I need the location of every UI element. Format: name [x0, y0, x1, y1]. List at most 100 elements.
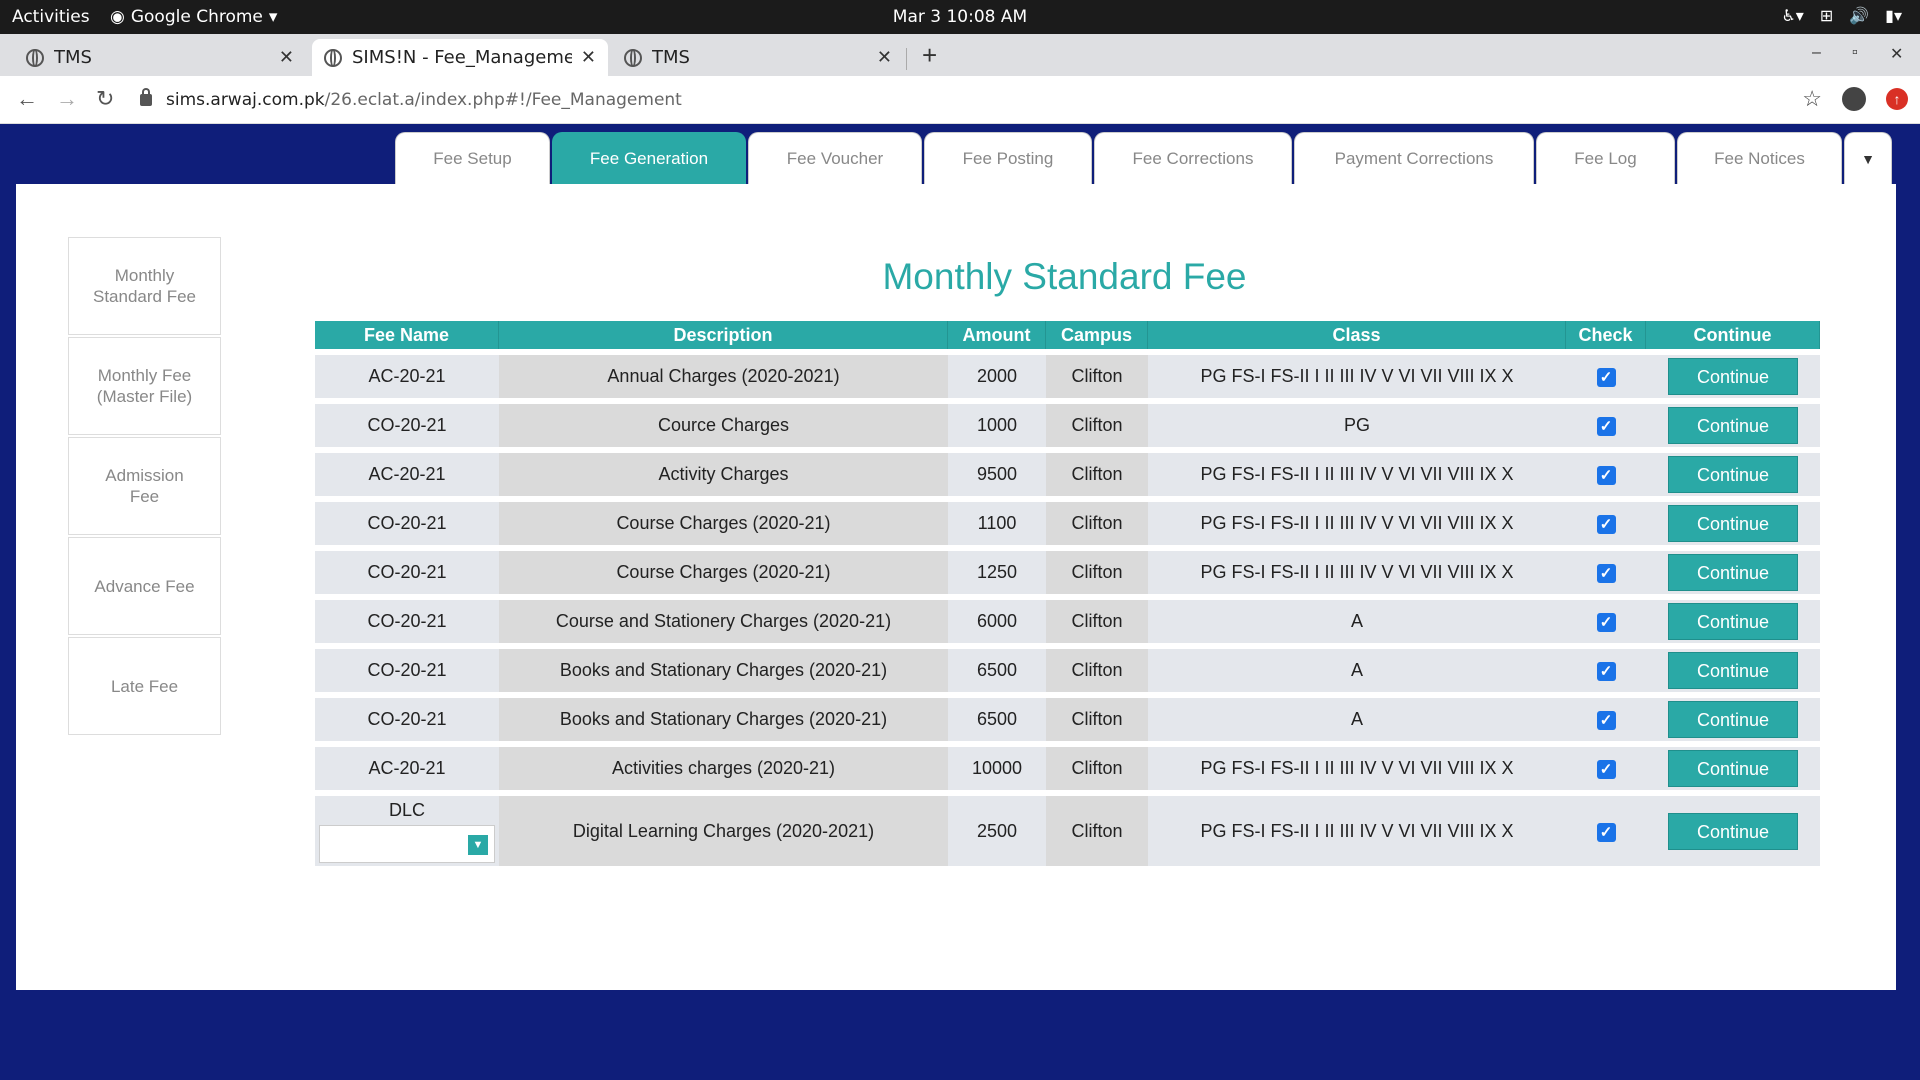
- lock-icon[interactable]: [140, 88, 152, 106]
- page-title: Monthly Standard Fee: [882, 256, 1247, 297]
- continue-button[interactable]: Continue: [1668, 505, 1798, 542]
- fee-name: AC-20-21: [368, 758, 446, 778]
- cell-fee-name: CO-20-21: [315, 649, 499, 692]
- battery-icon[interactable]: ▮▾: [1885, 6, 1902, 25]
- row-checkbox[interactable]: ✓: [1596, 466, 1616, 485]
- cell-continue: Continue: [1646, 649, 1820, 692]
- continue-button[interactable]: Continue: [1668, 812, 1798, 850]
- tab-fee-log[interactable]: Fee Log: [1536, 132, 1675, 184]
- tab-fee-generation[interactable]: Fee Generation: [552, 132, 746, 184]
- row-checkbox[interactable]: ✓: [1596, 564, 1616, 583]
- cell-campus: Clifton: [1046, 453, 1148, 496]
- browser-tab-active[interactable]: SIMS!N - Fee_Management ✕: [312, 39, 608, 76]
- cell-continue: Continue: [1646, 747, 1820, 790]
- continue-button[interactable]: Continue: [1668, 456, 1798, 493]
- cell-check: ✓: [1566, 453, 1646, 496]
- cell-amount: 2000: [948, 355, 1046, 398]
- minimize-icon[interactable]: –: [1812, 44, 1821, 62]
- tab-fee-posting[interactable]: Fee Posting: [924, 132, 1092, 184]
- cell-description: Cource Charges: [499, 404, 948, 447]
- address-bar[interactable]: sims.arwaj.com.pk/26.eclat.a/index.php#!…: [140, 84, 1780, 116]
- side-item-monthly-fee-master-file[interactable]: Monthly Fee (Master File): [68, 337, 221, 435]
- cell-check: ✓: [1566, 600, 1646, 643]
- cell-amount: 1250: [948, 551, 1046, 594]
- cell-fee-name: CO-20-21: [315, 502, 499, 545]
- caret-down-icon: ▼: [1861, 150, 1875, 167]
- continue-button[interactable]: Continue: [1668, 701, 1798, 738]
- more-tabs-dropdown[interactable]: ▼: [1844, 132, 1892, 184]
- continue-button[interactable]: Continue: [1668, 652, 1798, 689]
- close-icon[interactable]: ✕: [877, 47, 892, 68]
- forward-icon[interactable]: →: [56, 86, 78, 112]
- table-body: AC-20-21 Annual Charges (2020-2021) 2000 Cl…: [315, 355, 1820, 866]
- close-icon[interactable]: ✕: [581, 47, 596, 68]
- update-alert-icon[interactable]: ↑: [1886, 88, 1908, 110]
- browser-tab[interactable]: TMS ✕: [14, 39, 306, 76]
- reload-icon[interactable]: ↻: [96, 86, 114, 112]
- continue-button[interactable]: Continue: [1668, 750, 1798, 787]
- cell-amount: 2500: [948, 796, 1046, 866]
- continue-button[interactable]: Continue: [1668, 358, 1798, 395]
- table-row: AC-20-21 Activities charges (2020-21) 1000…: [315, 747, 1820, 790]
- clock[interactable]: Mar 3 10:08 AM: [0, 7, 1920, 27]
- row-checkbox[interactable]: ✓: [1596, 613, 1616, 632]
- cell-check: ✓: [1566, 698, 1646, 741]
- cell-class: A: [1148, 649, 1566, 692]
- main-panel: Monthly Standard Fee Monthly Fee (Master…: [16, 184, 1896, 990]
- cell-class: PG FS-I FS-II I II III IV V VI VII VIII …: [1148, 747, 1566, 790]
- accessibility-icon[interactable]: ♿▾: [1781, 6, 1803, 25]
- row-checkbox[interactable]: ✓: [1596, 515, 1616, 534]
- cell-continue: Continue: [1646, 502, 1820, 545]
- fee-name: CO-20-21: [367, 513, 447, 533]
- cell-campus: Clifton: [1046, 698, 1148, 741]
- row-checkbox[interactable]: ✓: [1596, 822, 1616, 842]
- row-checkbox[interactable]: ✓: [1596, 662, 1616, 681]
- row-checkbox[interactable]: ✓: [1596, 760, 1616, 779]
- row-checkbox[interactable]: ✓: [1596, 368, 1616, 387]
- browser-tab[interactable]: TMS ✕: [612, 39, 904, 76]
- row-checkbox[interactable]: ✓: [1596, 417, 1616, 436]
- side-item-late-fee[interactable]: Late Fee: [68, 637, 221, 735]
- fee-name: AC-20-21: [368, 366, 446, 386]
- cell-continue: Continue: [1646, 404, 1820, 447]
- close-icon[interactable]: ✕: [279, 47, 294, 68]
- side-item-monthly-standard-fee[interactable]: Monthly Standard Fee: [68, 237, 221, 335]
- fee-select-dropdown[interactable]: ▼: [319, 824, 495, 863]
- continue-button[interactable]: Continue: [1668, 603, 1798, 640]
- system-tray[interactable]: ♿▾ ⊞ 🔊 ▮▾: [1781, 6, 1902, 25]
- back-icon[interactable]: ←: [16, 86, 38, 112]
- new-tab-icon[interactable]: +: [922, 40, 937, 71]
- continue-button[interactable]: Continue: [1668, 554, 1798, 591]
- tab-fee-corrections[interactable]: Fee Corrections: [1094, 132, 1292, 184]
- side-item-advance-fee[interactable]: Advance Fee: [68, 537, 221, 635]
- cell-fee-name: CO-20-21: [315, 551, 499, 594]
- chevron-down-icon: ▼: [468, 834, 488, 855]
- window-close-icon[interactable]: ✕: [1890, 44, 1903, 64]
- continue-button[interactable]: Continue: [1668, 407, 1798, 444]
- cell-class: A: [1148, 600, 1566, 643]
- tab-fee-setup[interactable]: Fee Setup: [395, 132, 550, 184]
- cell-description: Course Charges (2020-21): [499, 551, 948, 594]
- maximize-icon[interactable]: ▫: [1852, 44, 1858, 62]
- cell-continue: Continue: [1646, 551, 1820, 594]
- profile-icon[interactable]: [1842, 87, 1866, 111]
- cell-description: Activity Charges: [499, 453, 948, 496]
- fee-table: Fee Name Description Amount Campus Class…: [315, 315, 1820, 872]
- tab-title: TMS: [54, 47, 92, 68]
- cell-campus: Clifton: [1046, 649, 1148, 692]
- tab-fee-notices[interactable]: Fee Notices: [1677, 132, 1842, 184]
- cell-description: Books and Stationary Charges (2020-21): [499, 649, 948, 692]
- cell-class: PG FS-I FS-II I II III IV V VI VII VIII …: [1148, 551, 1566, 594]
- network-icon[interactable]: ⊞: [1820, 6, 1833, 25]
- tab-fee-voucher[interactable]: Fee Voucher: [748, 132, 922, 184]
- side-item-admission-fee[interactable]: Admission Fee: [68, 437, 221, 535]
- url-path: /26.eclat.a/index.php#!/Fee_Management: [324, 90, 682, 110]
- table-row: CO-20-21 Course Charges (2020-21) 1100 Clif…: [315, 502, 1820, 545]
- cell-check: ✓: [1566, 796, 1646, 866]
- cell-fee-name: CO-20-21: [315, 698, 499, 741]
- bookmark-star-icon[interactable]: ☆: [1802, 86, 1822, 112]
- cell-fee-name: CO-20-21: [315, 600, 499, 643]
- row-checkbox[interactable]: ✓: [1596, 711, 1616, 730]
- tab-payment-corrections[interactable]: Payment Corrections: [1294, 132, 1534, 184]
- volume-icon[interactable]: 🔊: [1849, 6, 1869, 25]
